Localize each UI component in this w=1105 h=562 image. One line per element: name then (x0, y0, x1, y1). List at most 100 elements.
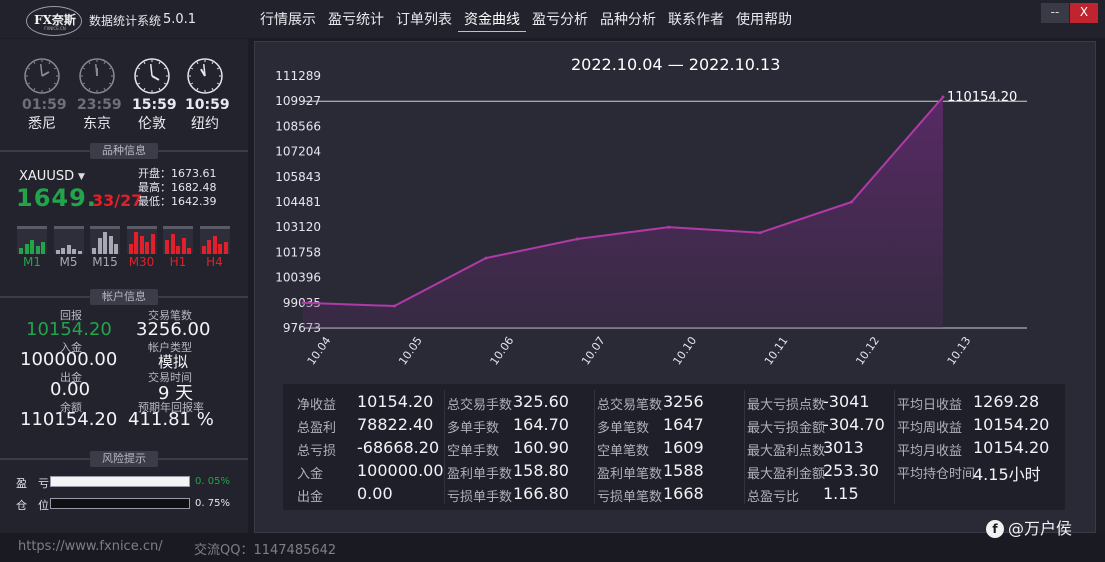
timeframe[interactable]: M1 (17, 226, 47, 269)
stat-value: 1668 (663, 484, 704, 503)
stat-row: 入金 100000.00 (297, 459, 444, 482)
stat-row: 总盈亏比 1.15 (747, 482, 894, 505)
stat-value: 325.60 (513, 392, 569, 411)
x-tick-label: 10.04 (305, 334, 334, 367)
minimize-button[interactable]: -- (1041, 3, 1069, 23)
stat-value: 3256 (663, 392, 704, 411)
stat-label: 亏损单手数 (447, 490, 513, 505)
risk-percent: 0. 75% (195, 498, 230, 509)
footer: https://www.fxnice.cn/ 交流QQ：1147485642 (0, 533, 1105, 562)
menu-item[interactable]: 盈亏统计 (322, 10, 390, 32)
clock-time: 10:59 (185, 97, 230, 113)
watermark-text: @万户侯 (1008, 519, 1073, 538)
stat-value: 10154.20 (357, 392, 434, 411)
low-price: 最低：1642.39 (138, 195, 217, 208)
bar (19, 248, 23, 254)
bar (145, 242, 149, 254)
bar (150, 234, 155, 254)
stat-row: 平均日收益 1269.28 (897, 390, 1057, 413)
menu-item[interactable]: 品种分析 (594, 10, 662, 32)
timeframe[interactable]: H4 (199, 226, 230, 269)
bar (66, 245, 71, 254)
withdraw-value: 0.00 (50, 379, 91, 400)
timeframe[interactable]: H1 (163, 226, 193, 269)
chart-title: 2022.10.04 — 2022.10.13 (571, 55, 781, 74)
stat-value: 3013 (823, 438, 864, 457)
stat-label: 平均周收益 (897, 421, 963, 436)
stat-row: 平均月收益 10154.20 (897, 436, 1057, 459)
x-tick-label: 10.05 (396, 334, 425, 367)
menu-item[interactable]: 使用帮助 (730, 10, 798, 32)
timeframe[interactable]: M5 (53, 226, 84, 269)
menu-item[interactable]: 行情展示 (254, 10, 322, 32)
stat-value: 1.15 (823, 484, 859, 503)
equity-point (575, 237, 579, 241)
stat-row: 盈利单手数 158.80 (447, 459, 594, 482)
stat-label: 平均日收益 (897, 398, 963, 413)
stat-column: 总交易笔数 3256 多单笔数 1647 空单笔数 1609 盈利单笔数 1588 亏损单笔数 1… (597, 390, 745, 505)
clock: 15:59 伦敦 (132, 57, 177, 133)
stat-label: 亏损单笔数 (597, 490, 663, 505)
balance-value: 110154.20 (20, 409, 118, 430)
last-value-label: 110154.20 (947, 90, 1017, 105)
logo-subtext: FXNICE.CN (44, 26, 66, 31)
x-tick-label: 10.06 (488, 334, 517, 367)
timeframe-indicators: M1 M5 M15 M30 H1 H4 (17, 226, 231, 272)
symbol-selector[interactable]: XAUUSD (19, 169, 74, 184)
price-main: 1649. (16, 184, 97, 212)
app-version: 5.0.1 (163, 12, 197, 27)
timeframe-label: M30 (128, 255, 155, 269)
stat-row: 平均周收益 10154.20 (897, 413, 1057, 436)
timeframe-bars (126, 226, 157, 254)
ohlc-values: 开盘：1673.61 最高：1682.48 最低：1642.39 (138, 167, 217, 209)
bar (92, 248, 96, 254)
equity-point (484, 256, 488, 260)
bar (72, 249, 76, 254)
bar (24, 244, 29, 254)
equity-point (941, 95, 945, 99)
timeframe-label: M5 (59, 255, 78, 269)
stat-label: 净收益 (297, 398, 337, 413)
footer-url-link[interactable]: https://www.fxnice.cn/ (18, 539, 163, 554)
open-price: 开盘：1673.61 (138, 167, 217, 180)
stat-value: -304.70 (823, 415, 885, 434)
clock: 23:59 东京 (77, 57, 122, 133)
account-section-header: 帐户信息 (0, 289, 248, 305)
stat-row: 盈利单笔数 1588 (597, 459, 744, 482)
bar (187, 248, 191, 254)
close-button[interactable]: X (1070, 3, 1098, 23)
timeframe-bars (199, 226, 230, 254)
stat-label: 空单笔数 (597, 444, 650, 459)
symbol-section-title: 品种信息 (90, 143, 158, 159)
menu-item[interactable]: 订单列表 (390, 10, 458, 32)
bar (212, 236, 217, 254)
menu-item[interactable]: 联系作者 (662, 10, 730, 32)
stat-value: 253.30 (823, 461, 879, 480)
stat-value: -3041 (823, 392, 870, 411)
chevron-down-icon[interactable]: ▼ (78, 172, 85, 182)
left-panel: 01:59 悉尼 23:59 东京 15:59 伦敦 10:59 纽约 品种信息 XAUUSD… (0, 39, 248, 533)
menu-item[interactable]: 资金曲线 (458, 10, 526, 32)
stat-label: 平均持仓时间 (897, 467, 976, 482)
equity-chart-svg: 1112891099271085661072041058431044811031… (275, 69, 1027, 368)
stat-row: 总亏损 -68668.20 (297, 436, 444, 459)
bar (139, 236, 144, 254)
clock: 10:59 纽约 (185, 57, 230, 133)
timeframe[interactable]: M15 (90, 226, 120, 269)
stat-value: 10154.20 (973, 415, 1050, 434)
stat-value: 160.90 (513, 438, 569, 457)
risk-bar (50, 476, 190, 487)
equity-curve-panel: 2022.10.04 — 2022.10.13 111289 109927 1085… (254, 41, 1096, 533)
x-tick-label: 10.10 (670, 334, 699, 367)
risk-bar (50, 498, 190, 509)
timeframe[interactable]: M30 (126, 226, 157, 269)
timeframe-bars (90, 226, 120, 254)
stat-row: 总盈利 78822.40 (297, 413, 444, 436)
y-tick-label: 100396 (275, 271, 321, 285)
clock-time: 01:59 (22, 97, 67, 113)
clock-city: 东京 (83, 116, 111, 132)
stat-value: 1588 (663, 461, 704, 480)
menu-item[interactable]: 盈亏分析 (526, 10, 594, 32)
stat-label: 盈利单手数 (447, 467, 513, 482)
bar (41, 242, 45, 254)
